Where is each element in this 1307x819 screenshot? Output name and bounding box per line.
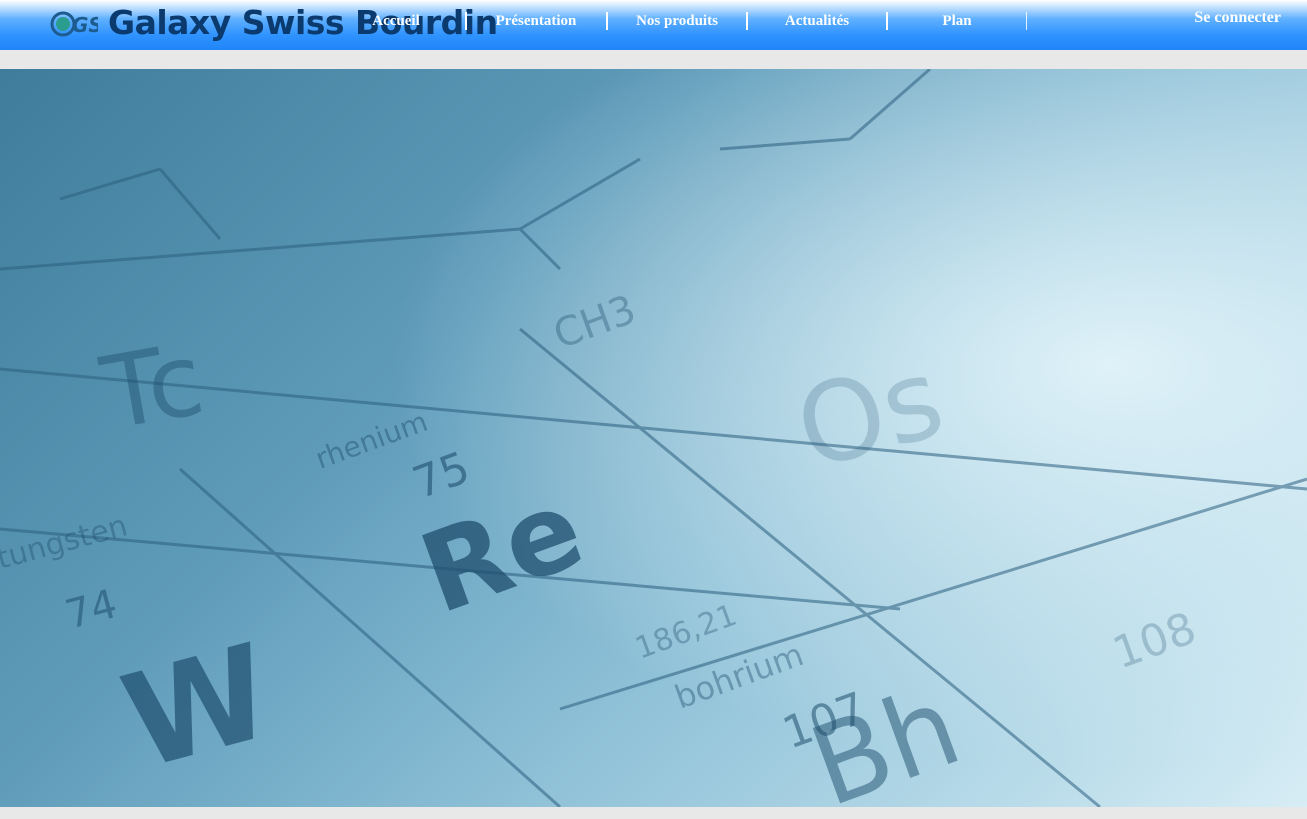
nav-item-actualites[interactable]: Actualités [747,12,887,30]
site-header: GSB Galaxy Swiss Bourdin Accueil Présent… [0,0,1307,50]
periodic-table-hero-image: Re 75 rhenium 186,21 W 74 tungsten Os bo… [0,69,1307,807]
nav-item-accueil[interactable]: Accueil [326,12,466,30]
tc-symbol: Tc [93,320,212,453]
hero-banner: Re 75 rhenium 186,21 W 74 tungsten Os bo… [0,69,1307,807]
nav-item-presentation[interactable]: Présentation [466,12,606,30]
nav-item-plan[interactable]: Plan [887,12,1027,30]
nav-separator [1026,12,1027,30]
logo-mark-text: GSB [72,13,98,37]
nav-item-produits[interactable]: Nos produits [607,12,747,30]
login-link[interactable]: Se connecter [1194,9,1281,27]
gsb-logo-icon: GSB [50,6,118,40]
